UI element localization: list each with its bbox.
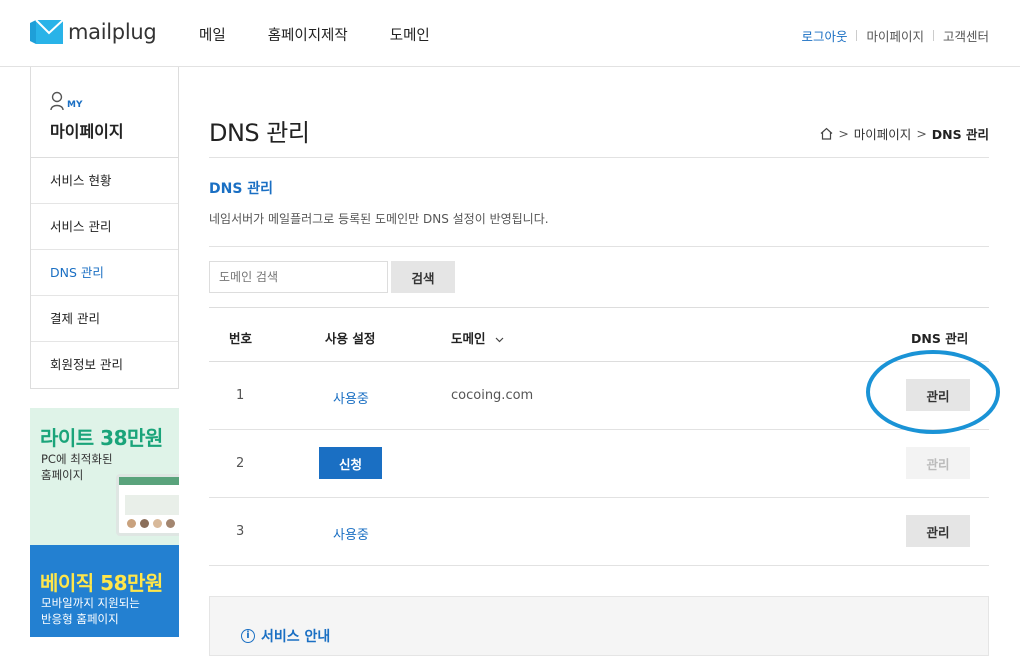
sidebar: MY 마이페이지 서비스 현황 서비스 관리 DNS 관리 결제 관리 회원정보…: [30, 67, 179, 389]
my-user-icon: MY: [50, 89, 178, 111]
banner-lite[interactable]: 라이트 38만원 PC에 최적화된 홈페이지: [30, 408, 179, 545]
dns-manage-button[interactable]: 관리: [906, 379, 970, 411]
breadcrumb: > 마이페이지 > DNS 관리: [820, 124, 989, 143]
home-icon[interactable]: [820, 127, 833, 140]
banner-sub-line: 모바일까지 지원되는: [41, 596, 140, 610]
page-title: DNS 관리: [209, 119, 310, 147]
sidebar-item-dns[interactable]: DNS 관리: [31, 250, 178, 296]
support-link[interactable]: 고객센터: [943, 26, 989, 45]
section-description: 네임서버가 메일플러그로 등록된 도메인만 DNS 설정이 반영됩니다.: [209, 212, 549, 226]
sidebar-header: MY 마이페이지: [31, 67, 178, 158]
table-row: 2 신청 관리: [209, 430, 989, 498]
row-domain: cocoing.com: [451, 388, 534, 403]
header-usage: 사용 설정: [325, 331, 376, 346]
table-header: 번호 사용 설정 도메인 DNS 관리: [209, 307, 989, 362]
row-no: 2: [236, 456, 245, 471]
sidebar-item-service-status[interactable]: 서비스 현황: [31, 158, 178, 204]
header-no: 번호: [229, 331, 253, 346]
service-info-box: i 서비스 안내: [209, 596, 989, 656]
row-no: 1: [236, 388, 245, 403]
logo-text: mailplug: [68, 20, 157, 44]
table-row: 1 사용중 cocoing.com 관리: [209, 350, 1000, 434]
banner-sub-line: 홈페이지: [41, 468, 84, 482]
chevron-down-icon: [495, 337, 504, 342]
breadcrumb-current: DNS 관리: [931, 127, 989, 142]
divider: [856, 30, 858, 41]
sidebar-item-service-manage[interactable]: 서비스 관리: [31, 204, 178, 250]
search-button[interactable]: 검색: [391, 261, 455, 293]
sidebar-title: 마이페이지: [50, 122, 124, 141]
divider: [209, 157, 989, 158]
mailplug-logo-icon: [30, 19, 63, 44]
chevron-right-icon: >: [838, 126, 849, 141]
row-no: 3: [236, 524, 245, 539]
table-row: 3 사용중 관리: [209, 498, 989, 566]
info-title: i 서비스 안내: [241, 626, 330, 646]
apply-button[interactable]: 신청: [319, 447, 382, 479]
logo[interactable]: mailplug: [30, 18, 157, 46]
nav-homepage[interactable]: 홈페이지제작: [268, 24, 348, 45]
banner-subtitle: PC에 최적화된 홈페이지: [41, 451, 113, 483]
breadcrumb-parent[interactable]: 마이페이지: [854, 124, 912, 143]
monitor-illustration: [116, 474, 179, 536]
header-domain[interactable]: 도메인: [451, 328, 504, 347]
info-title-text: 서비스 안내: [261, 629, 331, 645]
util-nav: 로그아웃 마이페이지 고객센터: [801, 26, 989, 45]
logout-link[interactable]: 로그아웃: [801, 26, 847, 45]
banner-subtitle: 모바일까지 지원되는 반응형 홈페이지: [41, 595, 140, 627]
sidebar-item-payment[interactable]: 결제 관리: [31, 296, 178, 342]
sidebar-item-member-info[interactable]: 회원정보 관리: [31, 342, 178, 388]
domain-table: 번호 사용 설정 도메인 DNS 관리 1 사용중 cocoing.com 관리…: [209, 307, 1000, 566]
nav-domain[interactable]: 도메인: [390, 24, 430, 45]
dns-manage-button-disabled: 관리: [906, 447, 970, 479]
nav-mail[interactable]: 메일: [199, 24, 226, 45]
section-title: DNS 관리: [209, 181, 274, 197]
divider: [932, 30, 934, 41]
chevron-right-icon: >: [916, 126, 927, 141]
banner-sub-line: PC에 최적화된: [41, 452, 113, 466]
divider: [209, 246, 989, 247]
header-dns: DNS 관리: [911, 331, 969, 346]
mypage-link[interactable]: 마이페이지: [866, 26, 924, 45]
header: mailplug 메일 홈페이지제작 도메인 로그아웃 마이페이지 고객센터: [0, 0, 1020, 67]
banner-title: 베이직 58만원: [40, 571, 163, 595]
banner-basic[interactable]: 베이직 58만원 모바일까지 지원되는 반응형 홈페이지: [30, 545, 179, 637]
banner-sub-line: 반응형 홈페이지: [41, 612, 119, 626]
row-status[interactable]: 사용중: [333, 388, 369, 407]
my-badge: MY: [67, 100, 83, 110]
header-domain-label: 도메인: [451, 331, 486, 346]
domain-search-input[interactable]: [209, 261, 388, 293]
banner-title: 라이트 38만원: [40, 426, 163, 450]
row-status[interactable]: 사용중: [333, 524, 369, 543]
dns-manage-button[interactable]: 관리: [906, 515, 970, 547]
info-icon: i: [241, 629, 255, 643]
main-nav: 메일 홈페이지제작 도메인: [199, 24, 472, 45]
